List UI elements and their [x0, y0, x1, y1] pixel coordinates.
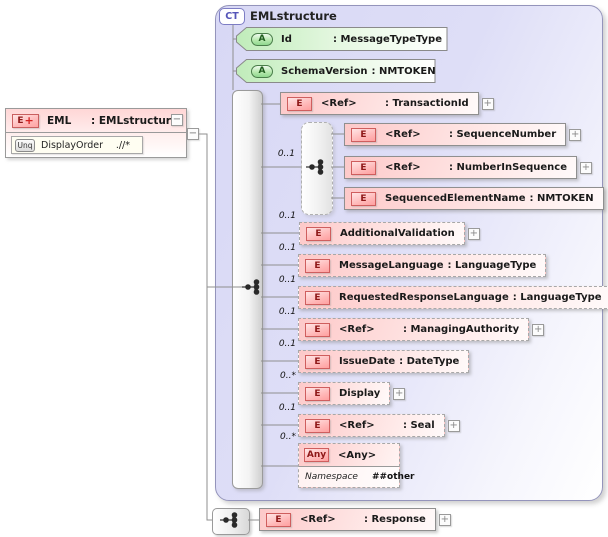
element-name: MessageLanguage [339, 260, 444, 271]
element-icon: E [305, 322, 330, 337]
attribute-type: : MessageTypeType [333, 33, 442, 45]
element-icon: E [351, 191, 376, 206]
unique-constraint-name: DisplayOrder [41, 139, 104, 151]
complex-type-icon: CT [219, 8, 245, 25]
cardinality-label: 0..* [280, 432, 296, 442]
element-response[interactable]: E <Ref> : Response + [259, 508, 451, 531]
element-type: : NumberInSequence [449, 162, 567, 173]
any-name: <Any> [338, 449, 377, 461]
unique-constraint-icon: Unq [15, 138, 35, 152]
namespace-value: ##other [371, 472, 415, 482]
element-issuedate[interactable]: E IssueDate : DateType [298, 350, 470, 373]
element-icon: E [305, 290, 330, 305]
element-numberinsequence[interactable]: E <Ref> : NumberInSequence + [344, 156, 592, 179]
attribute-name: Id [281, 33, 292, 45]
complex-type-title: EMLstructure [250, 9, 337, 23]
collapse-button[interactable]: − [171, 114, 183, 126]
element-name: <Ref> [339, 324, 375, 335]
element-icon: E [351, 127, 376, 142]
element-name: <Ref> [300, 514, 336, 525]
cardinality-label: 0..1 [278, 275, 296, 285]
attribute-schemaversion[interactable]: A SchemaVersion : NMTOKEN [236, 59, 436, 83]
attribute-name: SchemaVersion [281, 65, 368, 77]
element-name: <Ref> [385, 162, 421, 173]
element-with-attributes-icon: E + [12, 113, 39, 128]
element-name: IssueDate [339, 356, 396, 367]
element-name: <Ref> [321, 98, 357, 109]
element-name: AdditionalValidation [340, 228, 455, 239]
element-managingauthority[interactable]: E <Ref> : ManagingAuthority + [298, 318, 545, 341]
element-name: SequencedElementName [385, 193, 526, 204]
element-icon: E [305, 258, 330, 273]
element-additionalvalidation[interactable]: E AdditionalValidation + [299, 222, 480, 245]
element-type: : Seal [403, 420, 435, 431]
expand-button[interactable]: + [447, 420, 460, 432]
optional-sequence-group[interactable] [301, 122, 333, 215]
cardinality-label: 0..* [280, 371, 296, 381]
element-icon: E [266, 512, 291, 527]
root-element-eml[interactable]: E + EML : EMLstructure − Unq DisplayOrder… [5, 108, 187, 158]
element-type: : LanguageType [512, 292, 602, 303]
response-sequence-box[interactable] [212, 508, 250, 535]
link-collapse-button[interactable]: − [187, 128, 199, 140]
element-type: : TransactionId [385, 98, 469, 109]
element-type: : LanguageType [447, 260, 537, 271]
root-element-name: EML [47, 114, 72, 127]
expand-button[interactable]: + [467, 228, 480, 240]
expand-button[interactable]: + [532, 324, 545, 336]
unique-constraint-xpath: .//* [115, 139, 130, 151]
cardinality-label: 0..1 [278, 403, 296, 413]
cardinality-label: 0..1 [278, 211, 296, 221]
element-icon: E [305, 386, 330, 401]
expand-button[interactable]: + [393, 388, 406, 400]
element-name: <Ref> [339, 420, 375, 431]
any-icon: Any [304, 448, 329, 462]
expand-button[interactable]: + [569, 129, 582, 141]
cardinality-label: 0..1 [278, 243, 296, 253]
element-seal[interactable]: E <Ref> : Seal + [298, 414, 460, 437]
element-icon: E [287, 96, 312, 111]
attribute-icon: A [251, 32, 273, 46]
element-transactionid[interactable]: E <Ref> : TransactionId + [280, 92, 494, 115]
element-requestedresponselanguage[interactable]: E RequestedResponseLanguage : LanguageTy… [298, 286, 608, 309]
element-name: <Ref> [385, 129, 421, 140]
element-name: Display [339, 388, 381, 399]
cardinality-label: 0..1 [277, 149, 295, 159]
root-element-type: : EMLstructure [91, 114, 179, 127]
element-sequencenumber[interactable]: E <Ref> : SequenceNumber + [344, 123, 582, 146]
cardinality-label: 0..1 [278, 307, 296, 317]
element-name: RequestedResponseLanguage [339, 292, 509, 303]
expand-button[interactable]: + [481, 98, 494, 110]
element-type: : DateType [399, 356, 460, 367]
element-type: : Response [364, 514, 426, 525]
attribute-id[interactable]: A Id : MessageTypeType [236, 27, 448, 51]
element-any[interactable]: Any <Any> Namespace ##other [298, 443, 415, 488]
cardinality-label: 0..1 [278, 339, 296, 349]
attribute-icon: A [251, 64, 273, 78]
namespace-label: Namespace [305, 472, 358, 482]
element-icon: E [351, 160, 376, 175]
element-display[interactable]: E Display + [298, 382, 406, 405]
element-messagelanguage[interactable]: E MessageLanguage : LanguageType [298, 254, 547, 277]
element-sequencedelementname[interactable]: E SequencedElementName : NMTOKEN [344, 187, 604, 210]
unique-constraint[interactable]: Unq DisplayOrder .//* [11, 136, 143, 154]
element-icon: E [305, 418, 330, 433]
expand-button[interactable]: + [579, 162, 592, 174]
element-type: : ManagingAuthority [403, 324, 520, 335]
expand-button[interactable]: + [438, 514, 451, 526]
element-type: : NMTOKEN [529, 193, 594, 204]
element-type: : SequenceNumber [449, 129, 557, 140]
attribute-type: : NMTOKEN [371, 65, 436, 77]
element-icon: E [306, 226, 331, 241]
schema-diagram: CT EMLstructure A Id : MessageTypeType A… [0, 0, 608, 537]
element-icon: E [305, 354, 330, 369]
